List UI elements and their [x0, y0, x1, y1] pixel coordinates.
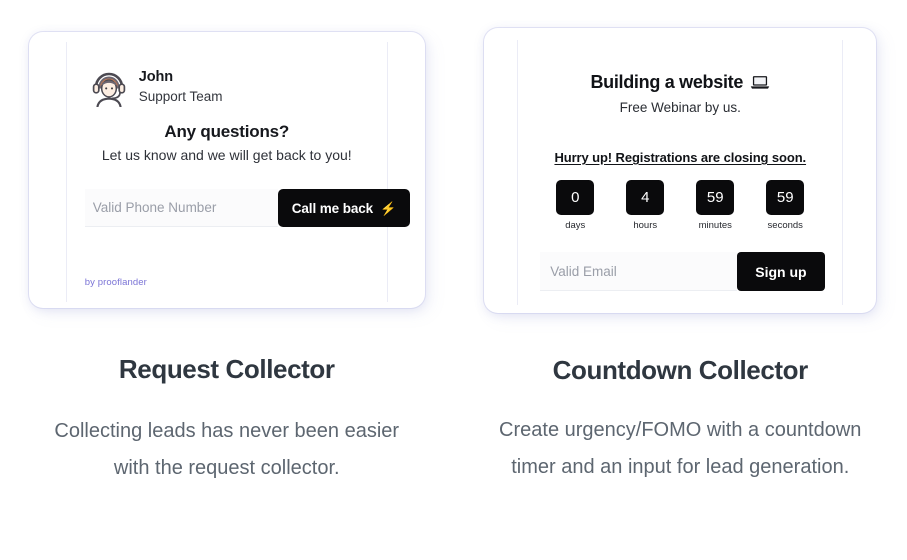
- support-agent-name: John: [138, 69, 173, 86]
- support-agent-row: John Support Team: [89, 67, 223, 107]
- laptop-icon: [750, 76, 770, 89]
- countdown-hours-value: 4: [626, 180, 665, 215]
- feature-column-countdown-collector: Building a website Free Webinar by us. H…: [454, 0, 907, 487]
- call-me-back-button[interactable]: Call me back ⚡: [277, 189, 411, 227]
- countdown-widget-title-row: Building a website: [518, 72, 842, 93]
- countdown-signup-form: Sign up: [540, 252, 825, 291]
- call-me-back-button-label: Call me back: [291, 200, 374, 216]
- countdown-minutes-label: minutes: [698, 220, 732, 231]
- prooflander-credit: by prooflander: [84, 277, 147, 288]
- support-agent-role: Support Team: [138, 89, 223, 105]
- countdown-days-label: days: [565, 220, 586, 231]
- countdown-collector-preview-card[interactable]: Building a website Free Webinar by us. H…: [484, 28, 877, 313]
- countdown-hours-label: hours: [633, 220, 658, 231]
- countdown-widget-subtitle: Free Webinar by us.: [619, 100, 741, 115]
- request-widget-heading: Any questions?: [164, 122, 290, 141]
- feature-showcase-page: John Support Team Any questions? Let us …: [0, 0, 907, 560]
- feature-description-countdown-collector: Create urgency/FOMO with a countdown tim…: [499, 419, 862, 478]
- lightning-bolt-icon: ⚡: [380, 200, 397, 216]
- countdown-days-value: 0: [556, 180, 595, 215]
- countdown-unit-days: 0 days: [544, 180, 606, 231]
- email-input[interactable]: [540, 252, 738, 291]
- feature-column-request-collector: John Support Team Any questions? Let us …: [0, 0, 454, 487]
- feature-title-request-collector: Request Collector: [118, 354, 335, 384]
- feature-title-countdown-collector: Countdown Collector: [552, 355, 809, 385]
- sign-up-button[interactable]: Sign up: [737, 252, 825, 291]
- support-agent-avatar-icon: [92, 72, 126, 107]
- support-agent-meta: John Support Team: [139, 69, 223, 104]
- request-collector-preview-card[interactable]: John Support Team Any questions? Let us …: [28, 32, 425, 308]
- feature-description-request-collector: Collecting leads has never been easier w…: [54, 420, 400, 479]
- feature-columns: John Support Team Any questions? Let us …: [0, 0, 907, 487]
- countdown-urgency-text: Hurry up! Registrations are closing soon…: [554, 150, 807, 165]
- phone-number-input[interactable]: [84, 189, 278, 227]
- countdown-seconds-label: seconds: [767, 220, 803, 231]
- countdown-unit-hours: 4 hours: [614, 180, 676, 231]
- request-lead-form: Call me back ⚡: [84, 189, 411, 227]
- countdown-widget-title: Building a website: [590, 72, 744, 92]
- countdown-timer: 0 days 4 hours 59 minutes 59 seconds: [544, 180, 816, 231]
- countdown-unit-minutes: 59 minutes: [684, 180, 746, 231]
- countdown-minutes-value: 59: [696, 180, 735, 215]
- countdown-collector-widget-panel: Building a website Free Webinar by us. H…: [518, 40, 843, 305]
- request-widget-subheading: Let us know and we will get back to you!: [101, 147, 352, 163]
- request-collector-widget-panel: John Support Team Any questions? Let us …: [66, 42, 411, 302]
- countdown-unit-seconds: 59 seconds: [754, 180, 816, 231]
- countdown-seconds-value: 59: [766, 180, 805, 215]
